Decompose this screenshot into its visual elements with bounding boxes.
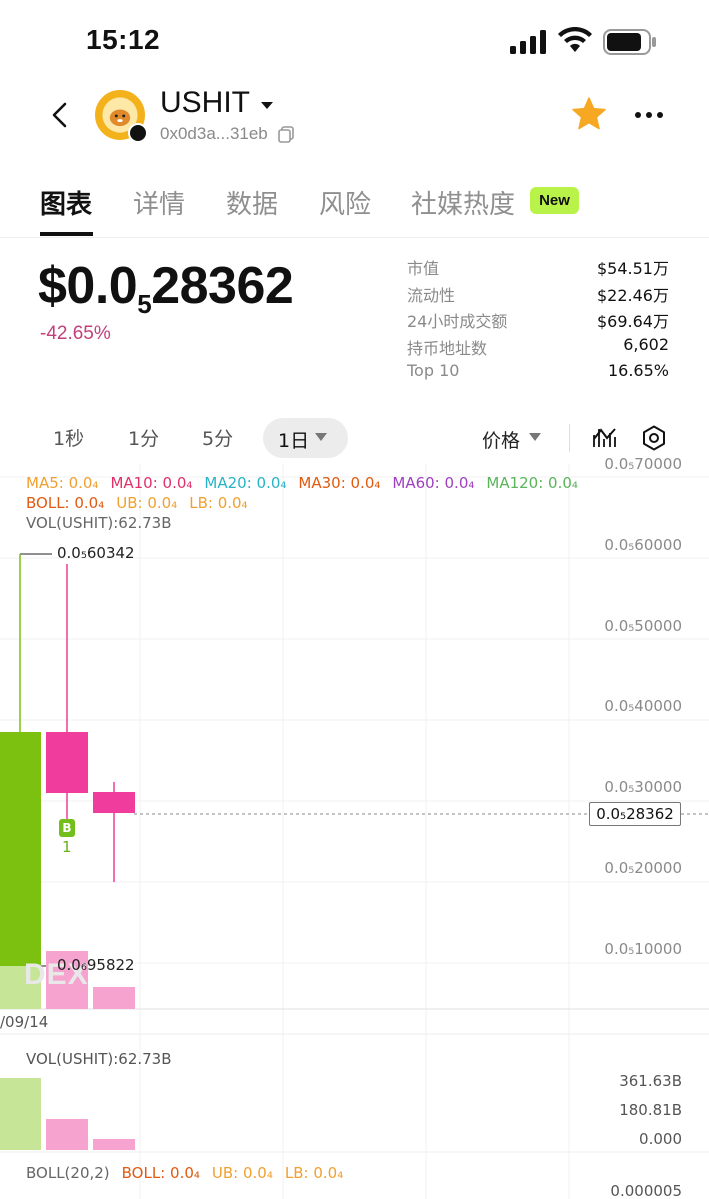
boll-legend: BOLL: 0.0₄ UB: 0.0₄ LB: 0.0₄: [26, 494, 248, 512]
interval-5m[interactable]: 5分: [202, 424, 233, 451]
price-change: -42.65%: [40, 323, 111, 344]
current-price-tag: 0.0₅28362: [589, 802, 681, 826]
settings-icon[interactable]: [641, 425, 667, 451]
interval-1d-label[interactable]: 1日: [278, 426, 309, 453]
volume-panel-bar: [93, 1139, 135, 1150]
high-price-label: 0.0₅60342: [57, 544, 135, 562]
active-tab-indicator: [40, 232, 93, 236]
y-axis-label: 0.0₅70000: [604, 455, 682, 473]
tab-chart[interactable]: 图表: [40, 184, 92, 221]
chain-badge-icon: [128, 123, 148, 143]
tab-data[interactable]: 数据: [226, 184, 278, 221]
divider: [569, 424, 570, 452]
y-axis-label: 0.0₅10000: [604, 940, 682, 958]
chevron-down-icon[interactable]: [529, 433, 541, 442]
new-badge: New: [530, 187, 579, 214]
buy-count: 1: [62, 838, 72, 856]
back-icon[interactable]: [46, 100, 76, 130]
grid: [0, 464, 709, 1199]
interval-1m[interactable]: 1分: [128, 424, 159, 451]
y-axis-label: 0.0₅40000: [604, 697, 682, 715]
price-select[interactable]: 价格: [482, 426, 520, 453]
copy-icon[interactable]: [278, 126, 294, 143]
status-bar: 15:12: [0, 0, 709, 80]
tab-bar: 图表 详情 数据 风险 社媒热度 New: [0, 178, 709, 238]
stat-row: 市值 $54.51万: [407, 259, 669, 278]
more-icon[interactable]: [634, 111, 664, 119]
y-axis-label: 0.0₅50000: [604, 617, 682, 635]
candle-body: [46, 732, 88, 793]
token-name[interactable]: USHIT: [160, 86, 250, 120]
volume-panel-bar: [46, 1119, 88, 1150]
tab-social[interactable]: 社媒热度: [411, 184, 515, 221]
vol-legend: VOL(USHIT):62.73B: [26, 514, 172, 532]
volume-panel-bar: [0, 1078, 41, 1150]
stat-row: 24小时成交额 $69.64万: [407, 312, 669, 332]
boll-axis-label: 0.000005: [610, 1182, 682, 1199]
indicator-icon[interactable]: [592, 425, 618, 451]
boll-panel-legend: BOLL(20,2) BOLL: 0.0₄ UB: 0.0₄ LB: 0.0₄: [26, 1164, 344, 1182]
candle-body: [93, 792, 135, 813]
chart-canvas[interactable]: [0, 464, 709, 1199]
stat-row: 持币地址数 6,602: [407, 334, 669, 358]
buy-marker[interactable]: B: [59, 819, 75, 837]
chevron-down-icon[interactable]: [315, 433, 327, 442]
stat-row: 流动性 $22.46万: [407, 285, 669, 305]
x-axis-date: /09/14: [0, 1013, 49, 1031]
token-dropdown-icon[interactable]: [260, 101, 274, 111]
stat-row: Top 10 16.65%: [407, 361, 669, 381]
volume-axis-label: 361.63B: [619, 1072, 682, 1090]
tab-risk[interactable]: 风险: [319, 184, 371, 221]
candle-body: [0, 732, 41, 966]
volume-panel-title: VOL(USHIT):62.73B: [26, 1050, 172, 1068]
ma-legend: MA5: 0.0₄ MA10: 0.0₄ MA20: 0.0₄ MA30: 0.0₄ M…: [26, 474, 578, 492]
star-icon[interactable]: [571, 96, 607, 132]
y-axis-label: 0.0₅60000: [604, 536, 682, 554]
low-price-label: 0.0₆95822: [57, 956, 135, 974]
interval-bar: 1秒 1分 5分 1日 价格: [0, 418, 709, 460]
interval-1s[interactable]: 1秒: [53, 424, 84, 451]
signal-icon: [510, 30, 546, 54]
tab-details[interactable]: 详情: [133, 184, 185, 221]
volume-axis-label: 180.81B: [619, 1101, 682, 1119]
token-stats: 市值 $54.51万 流动性 $22.46万 24小时成交额 $69.64万 持币地址…: [407, 255, 669, 388]
battery-icon: [603, 29, 656, 55]
volume-bar: [93, 987, 135, 1009]
y-axis-label: 0.0₅30000: [604, 778, 682, 796]
volume-axis-label: 0.000: [639, 1130, 682, 1148]
wifi-icon: [558, 27, 592, 52]
token-header: USHIT 0x0d3a...31eb: [0, 80, 709, 160]
current-price: $0.0528362: [38, 257, 294, 319]
status-time: 15:12: [86, 24, 161, 55]
price-chart[interactable]: MA5: 0.0₄ MA10: 0.0₄ MA20: 0.0₄ MA30: 0.0₄ M…: [0, 455, 709, 1199]
y-axis-label: 0.0₅20000: [604, 859, 682, 877]
token-address: 0x0d3a...31eb: [160, 124, 268, 143]
